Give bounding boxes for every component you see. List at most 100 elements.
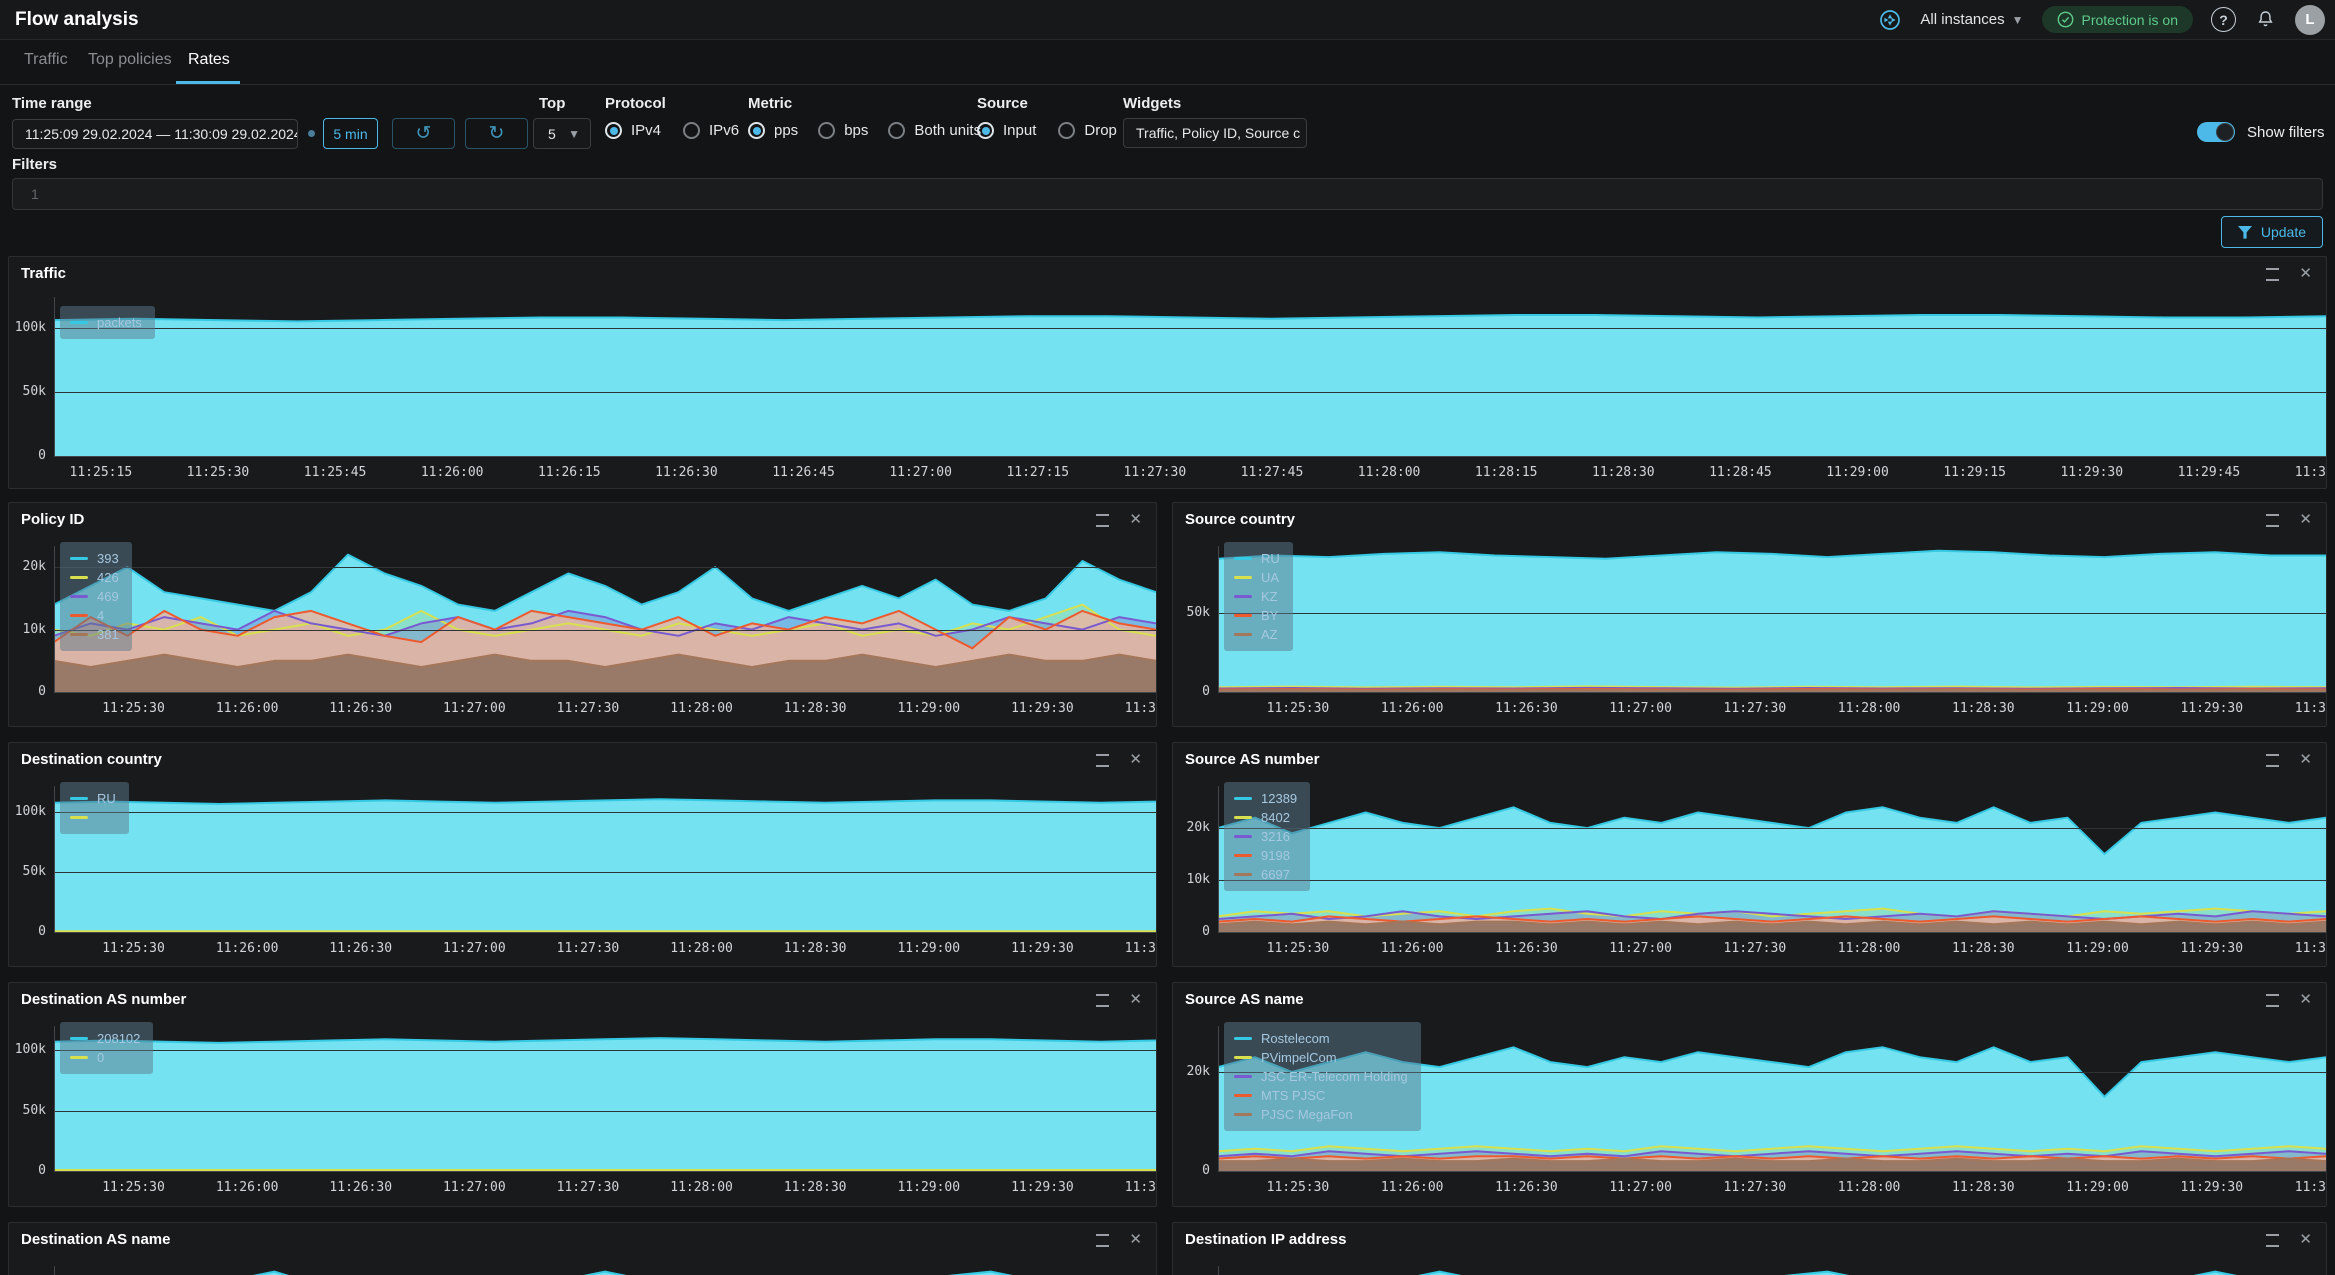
chart-area [9, 1223, 1156, 1275]
undo-icon: ↺ [416, 122, 432, 145]
legend-item[interactable]: RU [70, 789, 116, 808]
chevron-down-icon: ▼ [568, 127, 580, 141]
radio-both-units[interactable]: Both units [888, 122, 981, 139]
legend-item[interactable]: RU [1234, 549, 1280, 568]
y-axis-line [54, 297, 55, 456]
legend-item[interactable]: MTS PJSC [1234, 1086, 1408, 1105]
legend-label: 8402 [1261, 810, 1290, 825]
time-range-input[interactable]: 11:25:09 29.02.2024 — 11:30:09 29.02.202… [12, 119, 298, 149]
legend-item[interactable]: 3216 [1234, 827, 1297, 846]
widget-panel-destination-country: Destination country ✕ 100k50k011:25:3011… [8, 742, 1157, 967]
widgets-input[interactable]: Traffic, Policy ID, Source c [1123, 118, 1307, 148]
legend-label: packets [97, 315, 142, 330]
gridline [54, 630, 1156, 631]
legend-item[interactable]: PVimpelCom [1234, 1048, 1408, 1067]
legend-item[interactable]: 393 [70, 549, 119, 568]
radio-ipv6[interactable]: IPv6 [683, 122, 739, 139]
legend-item[interactable]: 4 [70, 606, 119, 625]
x-tick-label: 11:26:00 [216, 1180, 279, 1195]
x-tick-label: 11:28:15 [1475, 465, 1538, 480]
tab-rates[interactable]: Rates [188, 51, 230, 69]
gridline [1218, 880, 2326, 881]
legend-item[interactable]: 6697 [1234, 865, 1297, 884]
radio-icon [683, 122, 700, 139]
instances-dropdown[interactable]: All instances ▼ [1920, 11, 2023, 28]
gridline [54, 1050, 1156, 1051]
quick-range-5min-button[interactable]: 5 min [323, 118, 378, 149]
x-tick-label: 11:28:00 [670, 701, 733, 716]
legend-swatch [70, 797, 88, 800]
x-tick-label: 11:25:30 [102, 1180, 165, 1195]
history-forward-button[interactable]: ↻ [465, 118, 528, 149]
legend-item[interactable]: 381 [70, 625, 119, 644]
x-tick-label: 11:26:30 [1495, 1180, 1558, 1195]
legend-item[interactable]: packets [70, 313, 142, 332]
user-avatar[interactable]: L [2295, 5, 2325, 35]
legend-item[interactable]: PJSC MegaFon [1234, 1105, 1408, 1124]
x-tick-label: 11:26:30 [329, 1180, 392, 1195]
legend-label: 469 [97, 589, 119, 604]
top-select-value: 5 [548, 126, 556, 142]
y-tick-label: 10k [9, 622, 46, 637]
x-tick-label: 11:28:30 [1952, 1180, 2015, 1195]
history-back-button[interactable]: ↺ [392, 118, 455, 149]
x-tick-label: 11:27:30 [1724, 1180, 1787, 1195]
legend-item[interactable]: 0 [70, 1048, 140, 1067]
chart-canvas [1218, 786, 2326, 932]
chart-area: 20k10k011:25:3011:26:0011:26:3011:27:001… [9, 503, 1156, 726]
legend-item[interactable] [70, 808, 116, 827]
legend-item[interactable]: 426 [70, 568, 119, 587]
protection-status-badge[interactable]: Protection is on [2042, 6, 2194, 33]
update-button[interactable]: Update [2221, 216, 2323, 248]
y-tick-label: 0 [1173, 684, 1210, 699]
y-axis-line [1218, 1026, 1219, 1171]
legend-item[interactable]: UA [1234, 568, 1280, 587]
radio-bps[interactable]: bps [818, 122, 868, 139]
radio-input[interactable]: Input [977, 122, 1036, 139]
show-filters-label: Show filters [2247, 124, 2325, 141]
legend-item[interactable]: KZ [1234, 587, 1280, 606]
scope-compass-icon[interactable] [1878, 8, 1902, 32]
legend-swatch [1234, 816, 1252, 819]
x-tick-label: 11:28:00 [1838, 1180, 1901, 1195]
filters-editor[interactable]: 1 [12, 178, 2323, 210]
x-axis-line [1218, 932, 2326, 933]
legend-item[interactable]: 9198 [1234, 846, 1297, 865]
x-tick-label: 11:27:30 [557, 701, 620, 716]
legend-item[interactable]: AZ [1234, 625, 1280, 644]
notifications-bell-icon[interactable] [2254, 8, 2277, 31]
legend-item[interactable]: 12389 [1234, 789, 1297, 808]
legend-item[interactable]: 469 [70, 587, 119, 606]
x-tick-label: 11:28:45 [1709, 465, 1772, 480]
tab-traffic[interactable]: Traffic [24, 51, 68, 69]
legend-item[interactable]: JSC ER-Telecom Holding [1234, 1067, 1408, 1086]
legend-item[interactable]: 208102 [70, 1029, 140, 1048]
radio-pps[interactable]: pps [748, 122, 798, 139]
widget-panel-destination-as-name: Destination AS name ✕ [8, 1222, 1157, 1275]
avatar-initial: L [2305, 11, 2314, 28]
x-tick-label: 11:28:30 [1952, 941, 2015, 956]
x-tick-label: 11:29:30 [2180, 1180, 2243, 1195]
radio-ipv4[interactable]: IPv4 [605, 122, 661, 139]
legend-label: 6697 [1261, 867, 1290, 882]
legend-label: 381 [97, 627, 119, 642]
x-tick-label: 11:27:15 [1006, 465, 1069, 480]
legend-item[interactable]: 8402 [1234, 808, 1297, 827]
help-icon[interactable]: ? [2211, 7, 2236, 32]
legend-swatch [70, 633, 88, 636]
x-axis-line [54, 692, 1156, 693]
tab-top-policies[interactable]: Top policies [88, 51, 172, 69]
x-tick-label: 11:27:00 [1609, 1180, 1672, 1195]
legend-label: JSC ER-Telecom Holding [1261, 1069, 1408, 1084]
active-tab-indicator [176, 81, 240, 84]
chart-legend: RUUAKZBYAZ [1224, 542, 1293, 651]
legend-item[interactable]: Rostelecom [1234, 1029, 1408, 1048]
x-tick-label: 11:28:00 [1838, 701, 1901, 716]
show-filters-toggle[interactable] [2197, 122, 2235, 142]
y-axis-line [1218, 786, 1219, 932]
legend-item[interactable]: BY [1234, 606, 1280, 625]
x-tick-label: 11:25:30 [187, 465, 250, 480]
x-tick-label: 11:30:00 [1125, 1180, 1157, 1195]
radio-drop[interactable]: Drop [1058, 122, 1117, 139]
top-select[interactable]: 5 ▼ [533, 118, 591, 149]
